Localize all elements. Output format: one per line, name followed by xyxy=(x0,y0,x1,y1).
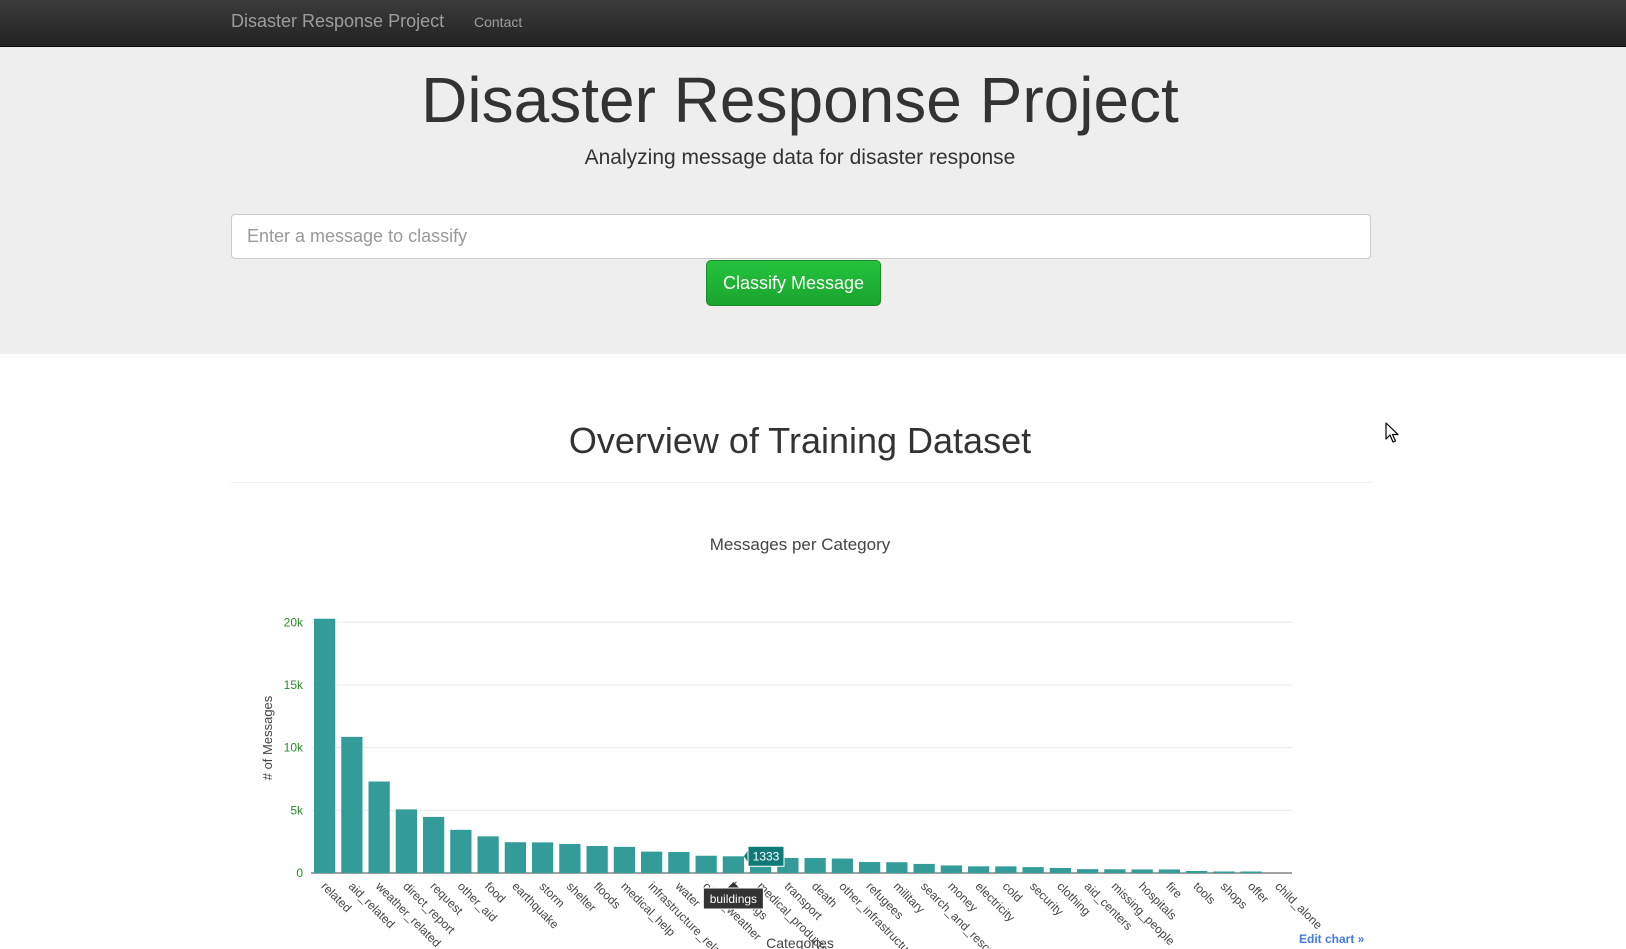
bar-other_infrastructure[interactable] xyxy=(831,858,854,873)
bar-medical_help[interactable] xyxy=(613,846,636,873)
bar-floods[interactable] xyxy=(586,845,608,873)
y-tick-label: 20k xyxy=(284,615,304,629)
bar-clothing[interactable] xyxy=(1049,867,1072,873)
bar-direct_report[interactable] xyxy=(395,809,418,873)
bar-buildings[interactable] xyxy=(722,856,745,873)
bar-water[interactable] xyxy=(668,852,690,873)
bar-fire[interactable] xyxy=(1158,869,1181,873)
bar-other_weather[interactable] xyxy=(695,855,717,873)
bar-money[interactable] xyxy=(940,865,963,873)
bar-storm[interactable] xyxy=(531,842,554,873)
messages-per-category-chart: Messages per Category 05k10k15k20k relat… xyxy=(260,535,1325,949)
hover-value-label: 1333 xyxy=(753,849,780,863)
x-tick-label: fire xyxy=(1163,879,1185,901)
x-tick-label: shelter xyxy=(564,879,599,914)
bar-military[interactable] xyxy=(886,862,908,873)
y-tick-label: 10k xyxy=(284,741,304,755)
x-tick-label: child_alone xyxy=(1272,879,1325,932)
bar-food[interactable] xyxy=(477,836,499,873)
chart-title: Messages per Category xyxy=(710,535,891,554)
bar-security[interactable] xyxy=(1022,867,1044,873)
x-tick-label: tools xyxy=(1191,879,1219,907)
bar-earthquake[interactable] xyxy=(504,842,527,873)
bar-infrastructure_related[interactable] xyxy=(640,851,663,873)
bar-related[interactable] xyxy=(313,618,336,873)
bar-weather_related[interactable] xyxy=(368,781,390,873)
y-tick-label: 0 xyxy=(296,866,303,880)
bar-shops[interactable] xyxy=(1213,871,1235,873)
x-axis-title: Categories xyxy=(766,935,834,949)
bar-shelter[interactable] xyxy=(559,843,581,873)
bar-refugees[interactable] xyxy=(858,862,881,873)
bar-offer[interactable] xyxy=(1240,871,1262,873)
x-tick-label: shops xyxy=(1218,879,1251,912)
bar-aid_centers[interactable] xyxy=(1076,869,1099,873)
bar-search_and_rescue[interactable] xyxy=(913,863,935,873)
hover-category-label: buildings xyxy=(710,892,757,906)
bar-other_aid[interactable] xyxy=(450,829,472,873)
bar-missing_people[interactable] xyxy=(1104,869,1126,873)
bar-hospitals[interactable] xyxy=(1131,869,1153,873)
y-axis-title: # of Messages xyxy=(260,695,275,780)
y-tick-label: 5k xyxy=(290,803,304,817)
hover-value-pointer xyxy=(744,850,749,863)
y-tick-label: 15k xyxy=(284,678,304,692)
edit-chart-link[interactable]: Edit chart » xyxy=(1299,932,1364,946)
bar-request[interactable] xyxy=(422,816,445,873)
bar-cold[interactable] xyxy=(995,866,1017,873)
bar-tools[interactable] xyxy=(1185,871,1208,873)
bar-electricity[interactable] xyxy=(967,866,990,873)
bar-death[interactable] xyxy=(804,858,826,873)
bar-aid_related[interactable] xyxy=(341,736,363,873)
